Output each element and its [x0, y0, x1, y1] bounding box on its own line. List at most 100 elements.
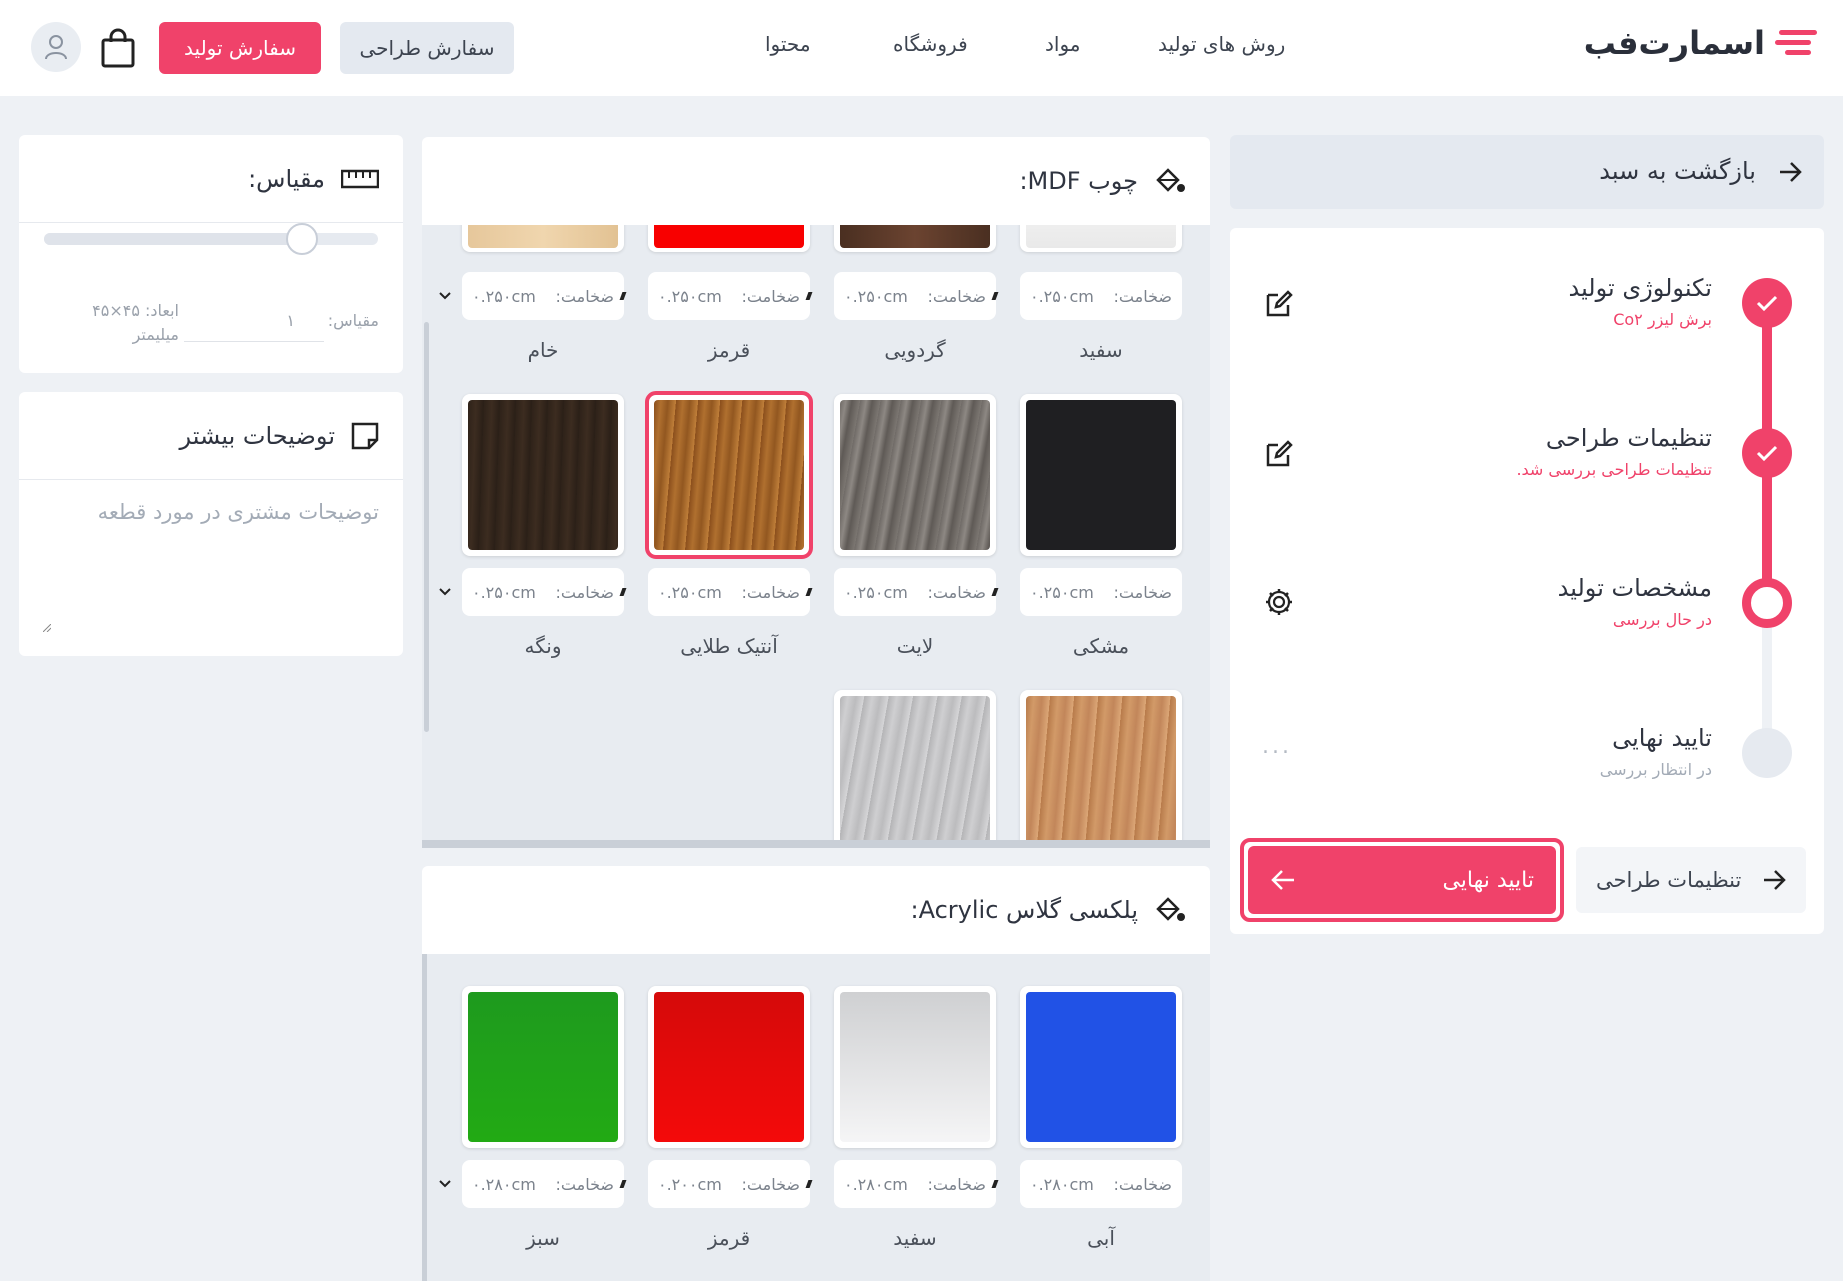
thickness-label: ضخامت: — [741, 582, 800, 602]
check-icon — [1756, 295, 1778, 312]
thickness-blue: ۰.۲۸۰cm ضخامت: — [1020, 1160, 1182, 1208]
thickness-value: ۰.۲۵۰cm — [844, 286, 908, 306]
notes-title: توضیحات بیشتر — [179, 421, 335, 450]
scale-value[interactable]: ۱ — [286, 311, 295, 330]
thickness-value: ۰.۲۸۰cm — [472, 1174, 536, 1194]
acrylic-scrollbar[interactable] — [422, 954, 427, 1281]
thickness-black: ۰.۲۵۰cm ضخامت: — [1020, 568, 1182, 616]
notes-textarea[interactable]: توضیحات مشتری در مورد قطعه — [19, 500, 403, 524]
chevron-down-icon[interactable] — [439, 292, 451, 300]
swatch-light[interactable] — [834, 394, 996, 556]
design-order-button[interactable]: سفارش طراحی — [340, 22, 514, 74]
back-to-cart-button[interactable]: بازگشت به سبد — [1230, 135, 1824, 209]
logo[interactable]: اسمارت‌فب — [1584, 24, 1819, 62]
thickness-antique-gold: ۰.۲۵۰cm ضخامت: — [648, 568, 810, 616]
thickness-label: ضخامت: — [741, 1174, 800, 1194]
acrylic-title: پلکسی گلاس Acrylic: — [910, 896, 1138, 924]
thickness-label: ضخامت: — [1113, 286, 1172, 306]
final-approve-button[interactable]: تایید نهایی — [1240, 838, 1564, 922]
scale-slider[interactable] — [44, 223, 378, 255]
thickness-white: ۰.۲۵۰cm ضخامت: — [1020, 272, 1182, 320]
thickness-value: ۰.۲۵۰cm — [658, 582, 722, 602]
logo-mark-icon — [1775, 30, 1817, 55]
swatch-red-acrylic[interactable] — [648, 986, 810, 1148]
production-order-button[interactable]: سفارش تولید — [159, 22, 321, 74]
mdf-materials-grid[interactable]: ۰.۲۵۰cm ضخامت: ۰.۲۵۰cm ضخامت: ۰.۲۵۰cm ضخامت… — [422, 222, 1210, 848]
swatch-raw[interactable] — [462, 222, 624, 252]
shopping-bag-icon[interactable] — [100, 28, 136, 68]
material-name-light: لایت — [896, 634, 934, 658]
step-2-done — [1742, 428, 1792, 478]
nav-item-production-methods[interactable]: روش های تولید — [1158, 32, 1285, 56]
thickness-red: ۰.۲۵۰cm ضخامت: — [648, 272, 810, 320]
back-to-cart-label: بازگشت به سبد — [1599, 157, 1756, 185]
thickness-label: ضخامت: — [555, 286, 614, 306]
scale-input-underline — [184, 341, 324, 342]
acrylic-header-row: پلکسی گلاس Acrylic: — [422, 866, 1210, 954]
thickness-walnut: ۰.۲۵۰cm ضخامت: — [834, 272, 996, 320]
step-3-title: مشخصات تولید — [1557, 574, 1712, 602]
swatch-white-acrylic[interactable] — [834, 986, 996, 1148]
material-name-white: سفید — [1079, 338, 1123, 362]
material-name-walnut: گردویی — [884, 338, 946, 362]
thickness-value: ۰.۲۵۰cm — [472, 582, 536, 602]
swatch-walnut[interactable] — [834, 222, 996, 252]
material-name-black: مشکی — [1072, 634, 1130, 658]
thickness-light: ۰.۲۵۰cm ضخامت: — [834, 568, 996, 616]
nav-item-shop[interactable]: فروشگاه — [893, 32, 968, 56]
design-settings-button[interactable]: تنظیمات طراحی — [1576, 847, 1806, 913]
resize-handle-icon[interactable] — [43, 624, 51, 632]
paint-bucket-icon — [1156, 897, 1185, 921]
thickness-value: ۰.۲۵۰cm — [1030, 286, 1094, 306]
thickness-value: ۰.۲۵۰cm — [1030, 582, 1094, 602]
check-icon — [1756, 445, 1778, 462]
swatch-blue[interactable] — [1020, 986, 1182, 1148]
thickness-value: ۰.۲۵۰cm — [844, 582, 908, 602]
thickness-label: ضخامت: — [927, 286, 986, 306]
material-name-antique-gold: آنتیک طلایی — [680, 634, 778, 658]
scale-value-label: مقیاس: — [327, 311, 379, 330]
gear-icon[interactable] — [1264, 587, 1294, 617]
chevron-down-icon[interactable] — [439, 588, 451, 596]
swatch-antique-gold[interactable] — [645, 391, 813, 559]
arrow-right-icon — [1780, 162, 1802, 182]
swatch-oak[interactable] — [1020, 690, 1182, 848]
thickness-value: ۰.۲۸۰cm — [1030, 1174, 1094, 1194]
edit-icon[interactable] — [1264, 439, 1294, 469]
acrylic-materials-grid[interactable]: ۰.۲۸۰cm ضخامت: ۰.۲۸۰cm ضخامت: ۰.۲۰۰cm ضخامت… — [422, 954, 1210, 1281]
step-4-pending — [1742, 728, 1792, 778]
step-3-subtitle: در حال بررسی — [1612, 610, 1712, 629]
scale-slider-knob[interactable] — [286, 223, 318, 255]
user-avatar[interactable] — [31, 22, 81, 72]
thickness-label: ضخامت: — [927, 1174, 986, 1194]
logo-text: اسمارت‌فب — [1583, 24, 1765, 62]
more-dots: ... — [1262, 734, 1292, 759]
swatch-grey-wood[interactable] — [834, 690, 996, 848]
swatch-red[interactable] — [648, 222, 810, 252]
swatch-white[interactable] — [1020, 222, 1182, 252]
thickness-label: ضخامت: — [1113, 582, 1172, 602]
user-icon — [45, 35, 67, 60]
horizontal-scrollbar[interactable] — [422, 840, 1210, 848]
material-name-wenge: ونگه — [524, 634, 562, 658]
scale-card-header: مقیاس: — [19, 135, 403, 223]
nav-item-materials[interactable]: مواد — [1045, 32, 1081, 56]
step-1-subtitle: برش لیزر Co۲ — [1613, 310, 1712, 329]
nav-item-content[interactable]: محتوا — [765, 32, 811, 56]
step-4-subtitle: در انتظار بررسی — [1599, 760, 1712, 779]
arrow-left-icon — [1271, 870, 1294, 890]
swatch-wenge[interactable] — [462, 394, 624, 556]
thickness-raw: ۰.۲۵۰cm ضخامت: — [462, 272, 624, 320]
top-navigation-bar: سفارش تولید سفارش طراحی محتوا فروشگاه مو… — [0, 0, 1843, 96]
ruler-icon — [341, 169, 379, 188]
thickness-value: ۰.۲۵۰cm — [472, 286, 536, 306]
mdf-scrollbar[interactable] — [424, 322, 429, 732]
thickness-label: ضخامت: — [1113, 1174, 1172, 1194]
edit-icon[interactable] — [1264, 289, 1294, 319]
step-2-title: تنظیمات طراحی — [1545, 424, 1712, 452]
swatch-black[interactable] — [1020, 394, 1182, 556]
material-name-white-acrylic: سفید — [893, 1226, 937, 1250]
swatch-green[interactable] — [462, 986, 624, 1148]
thickness-label: ضخامت: — [741, 286, 800, 306]
chevron-down-icon[interactable] — [439, 1180, 451, 1188]
